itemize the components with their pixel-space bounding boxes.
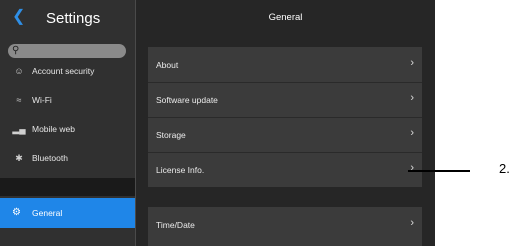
sidebar-item-label: Bluetooth (32, 153, 68, 163)
sidebar: ❮ Settings ⚲ ☺ Account security ≈ Wi-Fi … (0, 0, 135, 246)
sidebar-item-label: Mobile web (32, 124, 75, 134)
search-icon: ⚲ (12, 45, 20, 56)
row-software-update[interactable]: Software update › (148, 82, 422, 117)
chevron-right-icon: › (410, 217, 414, 229)
sidebar-spacer (0, 178, 135, 196)
callout-label: 2. (499, 161, 510, 176)
sidebar-item-wifi[interactable]: ≈ Wi-Fi (0, 89, 135, 111)
chevron-right-icon: › (410, 57, 414, 69)
sidebar-item-label: Account security (32, 66, 95, 76)
settings-group: About › Software update › Storage › Lice… (148, 47, 422, 187)
sidebar-header: ❮ Settings (0, 0, 135, 38)
row-label: License Info. (156, 165, 205, 175)
chevron-right-icon: › (410, 127, 414, 139)
sidebar-item-general[interactable]: ⚙ General (0, 198, 135, 228)
gear-icon: ⚙ (12, 207, 21, 218)
sidebar-list: ☺ Account security ≈ Wi-Fi ▂▄ Mobile web… (0, 58, 135, 176)
row-time-date[interactable]: Time/Date › (148, 207, 422, 242)
back-chevron-icon[interactable]: ❮ (12, 9, 25, 25)
row-label: Time/Date (156, 220, 195, 230)
sidebar-title: Settings (46, 10, 101, 27)
row-label: About (156, 60, 179, 70)
sidebar-item-label: Wi-Fi (32, 95, 52, 105)
chevron-right-icon: › (410, 162, 414, 174)
row-label: Software update (156, 95, 218, 105)
person-icon: ☺ (14, 66, 24, 76)
main-pane: General About › Software update › Storag… (136, 0, 435, 246)
callout-line (408, 170, 470, 172)
sidebar-item-mobile-web[interactable]: ▂▄ Mobile web (0, 118, 135, 140)
sidebar-item-bluetooth[interactable]: ✱ Bluetooth (0, 147, 135, 169)
wifi-icon: ≈ (16, 95, 22, 105)
row-about[interactable]: About › (148, 47, 422, 82)
row-storage[interactable]: Storage › (148, 117, 422, 152)
row-license-info[interactable]: License Info. › (148, 152, 422, 187)
row-label: Storage (156, 130, 186, 140)
settings-group: Time/Date › (148, 207, 422, 246)
settings-screen: ❮ Settings ⚲ ☺ Account security ≈ Wi-Fi … (0, 0, 435, 246)
signal-icon: ▂▄ (12, 124, 26, 134)
search-input[interactable]: ⚲ (8, 44, 126, 58)
chevron-right-icon: › (410, 92, 414, 104)
page-title: General (268, 12, 303, 23)
sidebar-item-label: General (32, 208, 63, 218)
sidebar-item-account-security[interactable]: ☺ Account security (0, 60, 135, 82)
bluetooth-icon: ✱ (15, 153, 23, 163)
